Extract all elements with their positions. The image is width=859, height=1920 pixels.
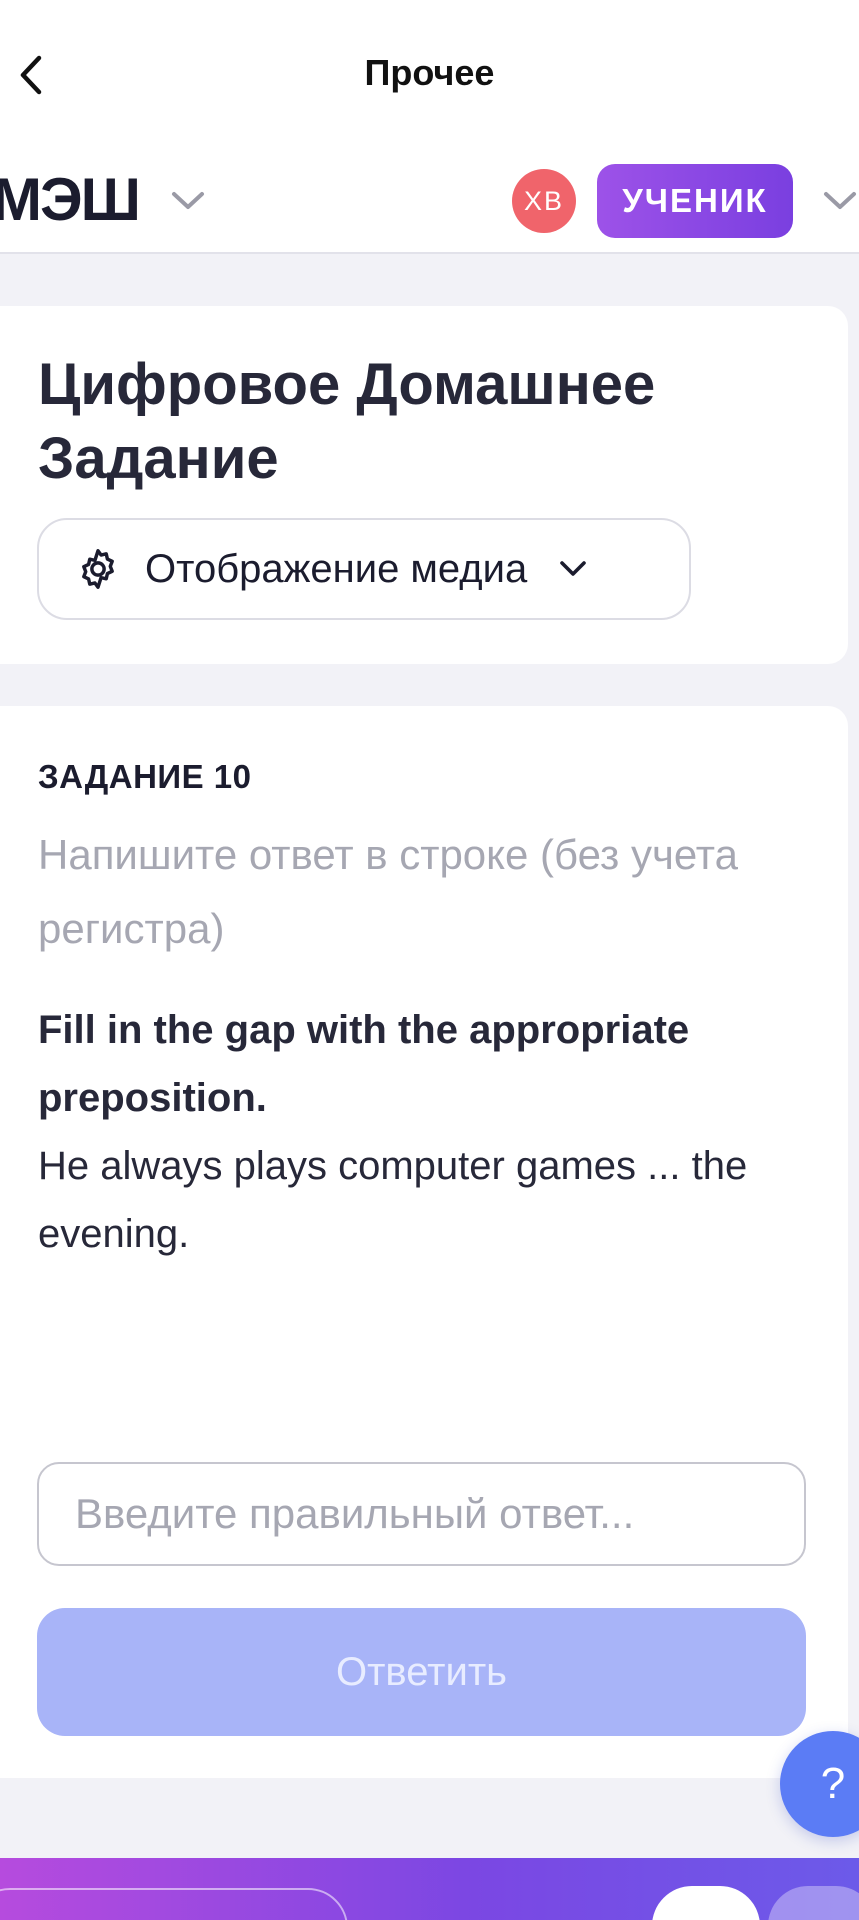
role-badge[interactable]: УЧЕНИК [597,164,793,238]
bottom-toolbar-button[interactable] [652,1886,760,1920]
bottom-toolbar-button[interactable] [768,1886,859,1920]
task-sentence: He always plays computer games ... the e… [38,1144,748,1256]
chevron-down-icon [824,192,856,209]
page-title: Цифровое Домашнее Задание [38,352,656,491]
task-hint: Напишите ответ в строке (без учета регис… [38,831,738,952]
app-header: МЭШ ХВ УЧЕНИК [0,150,859,254]
media-display-dropdown[interactable]: Отображение медиа [37,518,691,620]
user-avatar[interactable]: ХВ [512,169,576,233]
chevron-down-icon [557,557,589,581]
top-navbar: Прочее [0,0,859,150]
bottom-toolbar [0,1858,859,1920]
task-number: ЗАДАНИЕ 10 [38,758,252,795]
task-card: ЗАДАНИЕ 10 Напишите ответ в строке (без … [0,706,848,1778]
chevron-down-icon [172,192,204,209]
role-menu-toggle[interactable] [822,186,859,216]
bottom-toolbar-button[interactable] [0,1888,348,1920]
nav-title: Прочее [364,52,495,93]
brand-menu-toggle[interactable] [166,186,210,216]
media-dropdown-label: Отображение медиа [145,546,528,591]
submit-button[interactable]: Ответить [37,1608,806,1736]
brand-logo[interactable]: МЭШ [0,170,141,230]
homework-card: Цифровое Домашнее Задание Отображение ме… [0,306,848,664]
gear-icon [75,546,121,592]
task-instruction: Fill in the gap with the appropriate pre… [38,1008,690,1120]
answer-input[interactable] [37,1462,806,1566]
